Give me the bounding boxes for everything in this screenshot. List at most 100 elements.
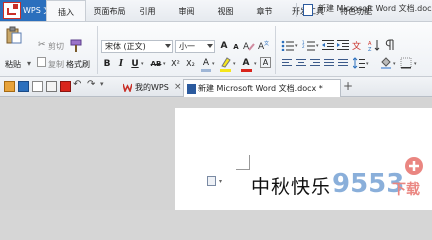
undo-icon[interactable]: ↶ xyxy=(73,79,81,90)
document-icon xyxy=(303,4,313,16)
new-tab-button[interactable]: + xyxy=(343,78,353,95)
svg-text:Z: Z xyxy=(368,47,372,51)
char-border-button[interactable]: A xyxy=(260,57,271,68)
chevron-down-icon[interactable]: ▾ xyxy=(219,178,222,185)
folder-icon[interactable] xyxy=(4,81,15,92)
font-size-select[interactable]: 小一 xyxy=(175,40,215,53)
char-shading-color xyxy=(201,69,211,72)
tab-references-label: 引用 xyxy=(139,7,156,16)
paste-label[interactable]: 粘贴 xyxy=(5,59,21,70)
format-painter-label[interactable]: 格式刷 xyxy=(66,59,90,70)
print-preview-icon[interactable] xyxy=(32,81,43,92)
paragraph-layout-icon[interactable] xyxy=(207,176,216,186)
tab-document-label: 新建 Microsoft Word 文档.docx * xyxy=(198,84,323,93)
pinyin-guide-icon[interactable]: A 文 xyxy=(258,39,270,51)
decrease-indent-icon[interactable] xyxy=(322,40,334,51)
increase-indent-icon[interactable] xyxy=(337,40,349,51)
tab-page-layout-label: 页面布局 xyxy=(93,7,126,16)
superscript-button[interactable]: X² xyxy=(169,58,182,70)
numbered-list-icon[interactable]: 1 2 xyxy=(302,40,315,51)
align-center-icon[interactable] xyxy=(296,59,306,68)
chevron-down-icon[interactable]: ▾ xyxy=(163,61,166,67)
font-name-value: 宋体 (正文) xyxy=(105,42,146,51)
justify-icon[interactable] xyxy=(324,59,334,68)
tab-section[interactable]: 章节 xyxy=(250,0,279,21)
tab-my-wps-label: 我的WPS xyxy=(135,83,169,92)
word-document-icon xyxy=(187,84,196,94)
copy-icon[interactable] xyxy=(37,57,46,67)
print-icon[interactable] xyxy=(46,81,57,92)
show-hide-marks-icon[interactable] xyxy=(384,39,396,51)
subscript-button[interactable]: X₂ xyxy=(184,58,197,70)
paste-dropdown-arrow[interactable]: ▾ xyxy=(27,59,31,68)
distributed-align-icon[interactable] xyxy=(338,59,348,68)
chevron-down-icon[interactable]: ▾ xyxy=(393,61,396,67)
document-tab-strip: ↶ ↷ ▾ 我的WPS × 新建 Microsoft Word 文档.docx … xyxy=(0,77,432,97)
svg-text:2: 2 xyxy=(302,44,305,49)
app-menu-button[interactable]: WPS 文字 xyxy=(0,0,59,21)
save-icon[interactable] xyxy=(18,81,29,92)
close-icon[interactable]: × xyxy=(174,79,182,96)
tab-view-label: 视图 xyxy=(217,7,234,16)
copy-label[interactable]: 复制 xyxy=(48,59,64,70)
highlighter-icon[interactable] xyxy=(220,56,232,68)
chevron-down-icon[interactable]: ▾ xyxy=(233,61,236,67)
paste-icon[interactable] xyxy=(6,26,22,44)
font-name-select[interactable]: 宋体 (正文) xyxy=(101,40,173,53)
chevron-down-icon[interactable]: ▾ xyxy=(316,43,319,49)
tab-my-wps[interactable]: 我的WPS × xyxy=(119,79,182,97)
shrink-font-button[interactable]: A xyxy=(230,41,242,53)
italic-button[interactable]: I xyxy=(115,58,127,70)
tab-section-label: 章节 xyxy=(256,7,273,16)
align-right-icon[interactable] xyxy=(310,59,320,68)
window-document-title: 新建 Microsoft Word 文档.docx xyxy=(318,4,432,13)
line-spacing-icon[interactable] xyxy=(353,57,365,69)
title-bar: WPS 文字 插入 页面布局 引用 审阅 视图 章节 开发工具 特色功能 新建 … xyxy=(0,0,432,22)
chevron-down-icon[interactable]: ▾ xyxy=(141,61,144,67)
tab-review-label: 审阅 xyxy=(178,7,195,16)
wps-logo-icon xyxy=(123,83,132,92)
font-color-button[interactable]: A xyxy=(240,57,252,69)
grow-font-button[interactable]: A xyxy=(218,40,230,52)
tab-references[interactable]: 引用 xyxy=(133,0,162,21)
crop-mark xyxy=(236,169,250,170)
ribbon: 粘贴 ▾ ✂ 剪切 复制 格式刷 宋体 (正文) 小一 A A A A 文 ▾ … xyxy=(0,22,432,77)
document-text[interactable]: 中秋快乐 xyxy=(251,172,331,199)
tab-insert[interactable]: 插入 xyxy=(46,0,86,21)
chevron-down-icon[interactable]: ▾ xyxy=(295,43,298,49)
cut-label[interactable]: 剪切 xyxy=(48,41,64,52)
underline-button[interactable]: U xyxy=(129,58,141,70)
borders-icon[interactable] xyxy=(400,57,412,69)
ribbon-separator xyxy=(97,26,98,74)
chevron-down-icon[interactable]: ▾ xyxy=(366,61,369,67)
svg-text:文: 文 xyxy=(352,40,361,51)
bold-button[interactable]: B xyxy=(101,58,113,70)
site-watermark-logo: 9553 下载 xyxy=(332,157,423,199)
chevron-down-icon[interactable]: ▾ xyxy=(212,61,215,67)
svg-text:下载: 下载 xyxy=(392,181,420,198)
chevron-down-icon[interactable]: ▾ xyxy=(414,61,417,67)
title-separator xyxy=(296,3,297,17)
clear-format-icon[interactable]: A xyxy=(243,39,255,51)
chevron-down-icon[interactable]: ▾ xyxy=(254,61,257,67)
font-size-value: 小一 xyxy=(179,42,195,51)
chevron-down-icon xyxy=(207,44,213,48)
cut-icon[interactable]: ✂ xyxy=(38,40,46,50)
export-pdf-icon[interactable] xyxy=(60,81,71,92)
char-shading-button[interactable]: A xyxy=(200,57,212,69)
redo-icon[interactable]: ↷ xyxy=(87,79,95,90)
bullet-list-icon[interactable] xyxy=(281,40,294,51)
format-painter-icon[interactable] xyxy=(69,39,83,53)
strikethrough-button[interactable]: AB xyxy=(149,58,163,70)
tab-review[interactable]: 审阅 xyxy=(172,0,201,21)
tab-page-layout[interactable]: 页面布局 xyxy=(86,0,133,21)
tab-insert-label: 插入 xyxy=(58,8,74,17)
tab-view[interactable]: 视图 xyxy=(211,0,240,21)
chinese-layout-icon[interactable]: 文 xyxy=(352,39,366,51)
shading-icon[interactable] xyxy=(380,57,392,69)
align-left-icon[interactable] xyxy=(282,59,292,68)
chevron-down-icon[interactable]: ▾ xyxy=(100,80,104,88)
tab-document[interactable]: 新建 Microsoft Word 文档.docx * xyxy=(183,79,341,97)
wps-logo-icon xyxy=(3,2,21,19)
sort-icon[interactable]: AZ xyxy=(368,39,381,51)
